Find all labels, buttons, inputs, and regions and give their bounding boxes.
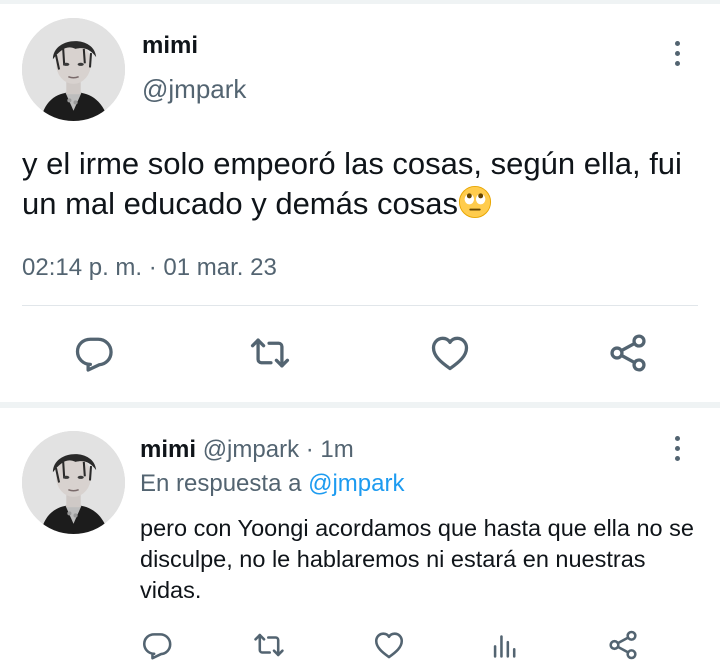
reply-prefix: En respuesta a xyxy=(140,470,302,497)
more-options-icon[interactable] xyxy=(674,41,682,71)
section-divider xyxy=(0,402,720,408)
user-handle[interactable]: @jmpark xyxy=(142,74,246,105)
reply-to-link[interactable]: @jmpark xyxy=(308,470,404,497)
more-options-icon[interactable] xyxy=(674,436,682,466)
reply-text: pero con Yoongi acordamos que hasta que … xyxy=(140,515,694,603)
like-icon[interactable] xyxy=(372,628,406,662)
share-icon[interactable] xyxy=(606,628,640,662)
reply-header: mimi @jmpark · 1m xyxy=(140,436,354,464)
main-tweet[interactable]: mimi @jmpark y el irme solo empeoró las … xyxy=(0,4,720,402)
tweet-timestamp[interactable]: 02:14 p. m. · 01 mar. 23 xyxy=(22,254,277,282)
display-name[interactable]: mimi xyxy=(142,32,198,60)
retweet-icon[interactable] xyxy=(252,628,286,662)
analytics-icon[interactable] xyxy=(488,628,522,662)
share-icon[interactable] xyxy=(606,331,650,375)
user-handle[interactable]: @jmpark xyxy=(203,436,299,463)
reply-icon[interactable] xyxy=(140,628,174,662)
divider xyxy=(22,305,698,306)
retweet-icon[interactable] xyxy=(248,331,292,375)
tweet-text: y el irme solo empeoró las cosas, según … xyxy=(22,144,702,224)
time-ago[interactable]: 1m xyxy=(320,436,353,463)
reply-icon[interactable] xyxy=(72,331,116,375)
separator: · xyxy=(305,436,314,463)
avatar[interactable] xyxy=(22,18,125,121)
avatar[interactable] xyxy=(22,431,125,534)
face-with-rolling-eyes-icon xyxy=(458,185,492,219)
replying-to: En respuesta a @jmpark xyxy=(140,470,404,498)
display-name[interactable]: mimi xyxy=(140,436,196,463)
like-icon[interactable] xyxy=(428,331,472,375)
tweet-text-content: y el irme solo empeoró las cosas, según … xyxy=(22,146,682,221)
